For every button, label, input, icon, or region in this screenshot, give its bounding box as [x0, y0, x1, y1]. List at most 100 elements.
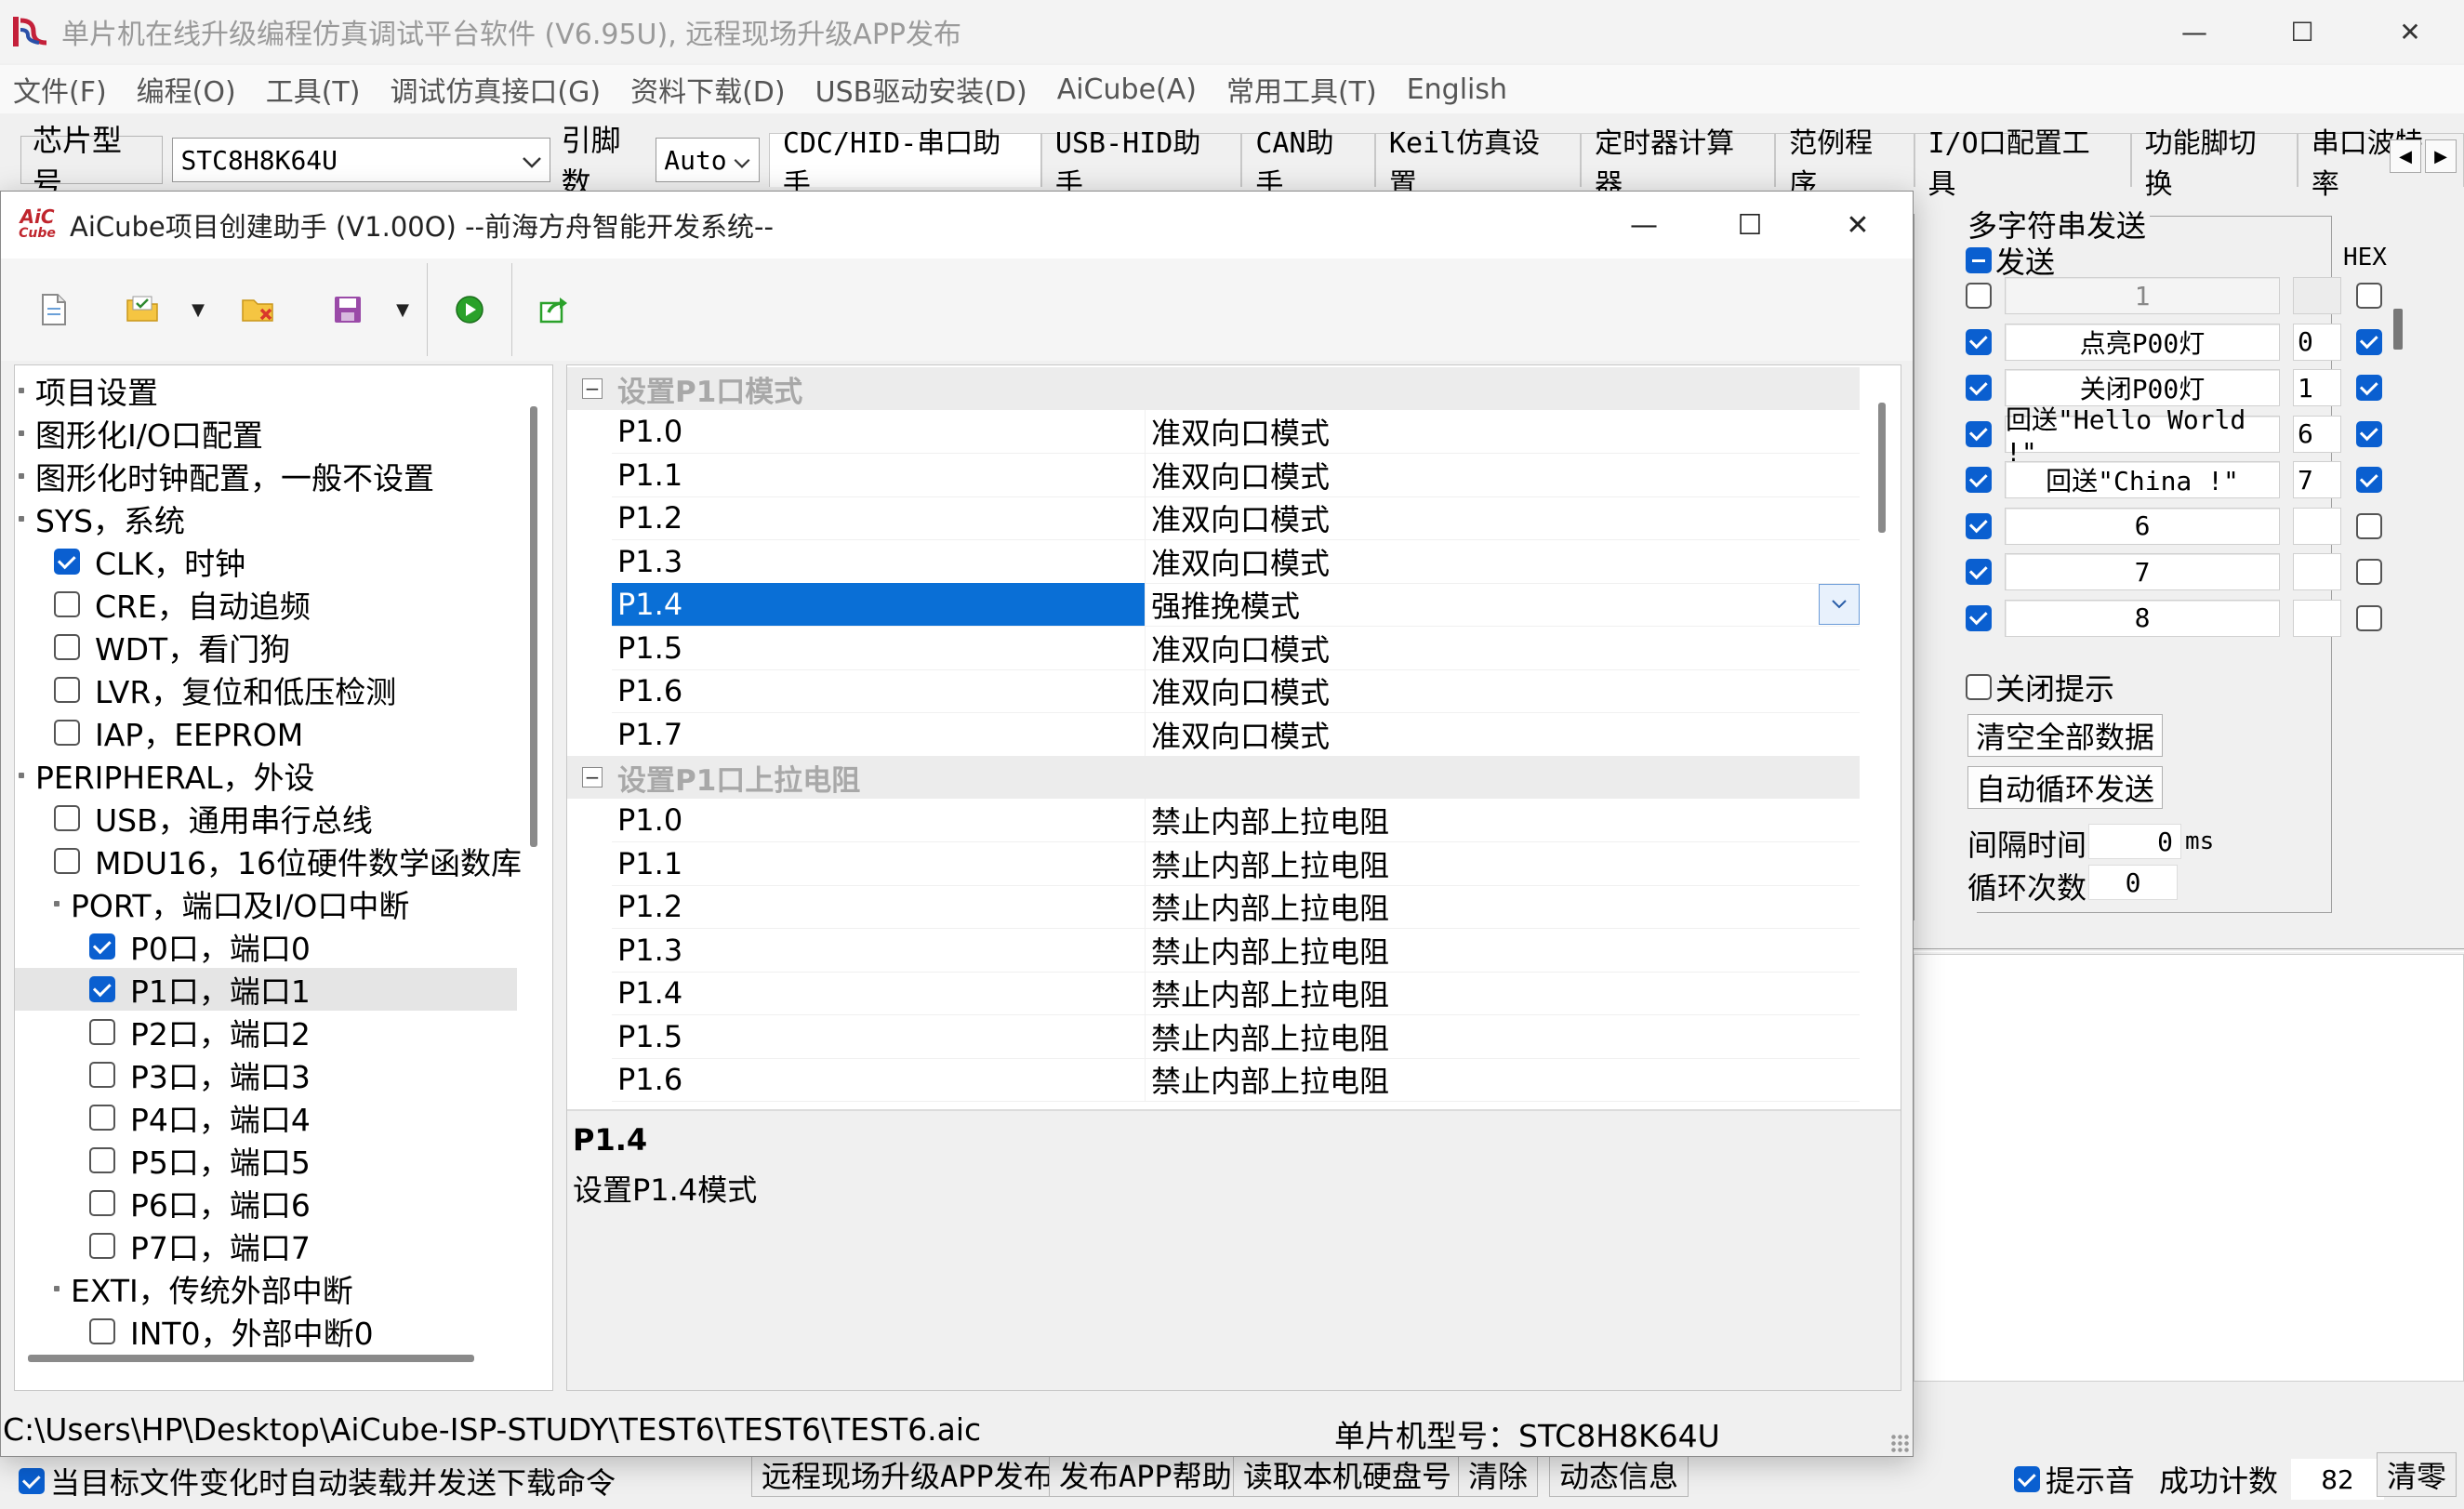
save-icon[interactable]	[311, 258, 384, 361]
send-row-checkbox[interactable]	[1966, 467, 1992, 493]
loop-count-input[interactable]: 0	[2088, 865, 2178, 900]
send-row-hex-checkbox[interactable]	[2356, 375, 2382, 401]
menu-program[interactable]: 编程(O)	[124, 69, 253, 110]
main-close-button[interactable]: ✕	[2356, 0, 2464, 63]
property-row[interactable]: P1.6 准双向口模式	[612, 669, 1860, 713]
property-value[interactable]: 准双向口模式	[1146, 496, 1860, 539]
send-row-checkbox[interactable]	[1966, 604, 1992, 631]
close-folder-icon[interactable]	[222, 258, 295, 361]
tree-check-item[interactable]: P7口，端口7	[15, 1224, 517, 1267]
tree-group-item[interactable]: EXTI，传统外部中断	[15, 1267, 517, 1310]
tab-keil-sim[interactable]: Keil仿真设置	[1374, 127, 1582, 201]
auto-loop-send-button[interactable]: 自动循环发送	[1967, 766, 2163, 809]
property-value[interactable]: 禁止内部上拉电阻	[1146, 929, 1860, 972]
property-row[interactable]: P1.7 准双向口模式	[612, 712, 1860, 757]
property-value[interactable]: 禁止内部上拉电阻	[1146, 972, 1860, 1014]
tree-item-checkbox[interactable]	[89, 976, 115, 1002]
send-row-key[interactable]	[2293, 599, 2341, 637]
property-row[interactable]: P1.4 禁止内部上拉电阻	[612, 972, 1860, 1015]
property-row[interactable]: P1.0 禁止内部上拉电阻	[612, 799, 1860, 842]
property-row[interactable]: P1.1 禁止内部上拉电阻	[612, 841, 1860, 886]
tree-check-item[interactable]: WDT，看门狗	[15, 626, 517, 668]
tree-expander-icon[interactable]	[19, 473, 24, 479]
tree-item-checkbox[interactable]	[89, 1019, 115, 1045]
open-dropdown-icon[interactable]: ▼	[179, 258, 217, 361]
tree-item-checkbox[interactable]	[54, 720, 80, 746]
clear-count-button[interactable]: 清零	[2377, 1452, 2457, 1497]
tree-expander-icon[interactable]	[19, 516, 24, 522]
tree-item-checkbox[interactable]	[54, 549, 80, 575]
tab-can[interactable]: CAN助手	[1241, 127, 1375, 201]
send-row-key[interactable]: 7	[2293, 461, 2341, 498]
property-row[interactable]: P1.5 禁止内部上拉电阻	[612, 1014, 1860, 1059]
tree-expander-icon[interactable]	[54, 901, 60, 907]
grid-vertical-scrollbar[interactable]	[1878, 403, 1886, 533]
main-maximize-button[interactable]: ☐	[2248, 0, 2356, 63]
tab-io-config[interactable]: I/O口配置工具	[1914, 127, 2131, 201]
beep-checkbox[interactable]	[2014, 1466, 2040, 1492]
tree-item-checkbox[interactable]	[54, 677, 80, 703]
property-value[interactable]: 准双向口模式	[1146, 540, 1860, 583]
menu-aicube[interactable]: AiCube(A)	[1044, 73, 1213, 106]
tab-pin-switch[interactable]: 功能脚切换	[2130, 127, 2298, 201]
menu-file[interactable]: 文件(F)	[0, 69, 124, 110]
property-value[interactable]: 禁止内部上拉电阻	[1146, 1015, 1860, 1058]
save-dropdown-icon[interactable]: ▼	[384, 258, 421, 361]
property-value[interactable]: 禁止内部上拉电阻	[1146, 885, 1860, 928]
clear-all-data-button[interactable]: 清空全部数据	[1967, 714, 2163, 757]
send-row-key[interactable]: 0	[2293, 323, 2341, 361]
tree-check-item[interactable]: USB，通用串行总线	[15, 797, 517, 840]
send-row-hex-checkbox[interactable]	[2356, 328, 2382, 355]
send-all-checkbox[interactable]	[1966, 247, 1992, 273]
send-row-checkbox[interactable]	[1966, 375, 1992, 401]
tree-check-item[interactable]: INT0，外部中断0	[15, 1310, 517, 1353]
clear-button[interactable]: 清除	[1458, 1452, 1539, 1497]
menu-debug[interactable]: 调试仿真接口(G)	[377, 69, 617, 110]
tree-expander-icon[interactable]	[19, 773, 24, 778]
export-icon[interactable]	[518, 258, 590, 361]
tree-item-checkbox[interactable]	[54, 634, 80, 660]
send-row-hex-checkbox[interactable]	[2356, 604, 2382, 631]
close-tip-checkbox[interactable]	[1966, 674, 1992, 700]
send-row-checkbox[interactable]	[1966, 328, 1992, 355]
send-row-checkbox[interactable]	[1966, 283, 1992, 309]
property-row[interactable]: P1.6 禁止内部上拉电阻	[612, 1058, 1860, 1102]
send-row-checkbox[interactable]	[1966, 559, 1992, 585]
tree-expander-icon[interactable]	[19, 430, 24, 436]
collapse-icon[interactable]: −	[582, 378, 603, 399]
property-value[interactable]: 准双向口模式	[1146, 627, 1860, 669]
send-row-key[interactable]: 1	[2293, 369, 2341, 406]
publish-app-help-button[interactable]: 发布APP帮助	[1049, 1452, 1242, 1497]
property-value[interactable]: 准双向口模式	[1146, 713, 1860, 756]
send-row-hex-checkbox[interactable]	[2356, 420, 2382, 447]
property-row[interactable]: P1.0 准双向口模式	[612, 410, 1860, 454]
property-row[interactable]: P1.3 准双向口模式	[612, 539, 1860, 584]
send-row-button[interactable]: 1	[2005, 277, 2280, 314]
tree-check-item[interactable]: CRE，自动追频	[15, 583, 517, 626]
interval-input[interactable]: 0	[2088, 824, 2181, 859]
tab-examples[interactable]: 范例程序	[1775, 127, 1914, 201]
menu-common-tools[interactable]: 常用工具(T)	[1213, 69, 1394, 110]
property-value[interactable]: 准双向口模式	[1146, 454, 1860, 496]
menu-tools[interactable]: 工具(T)	[253, 69, 378, 110]
send-row-checkbox[interactable]	[1966, 420, 1992, 447]
receive-area[interactable]	[1914, 954, 2464, 1382]
tree-item[interactable]: 图形化I/O口配置	[15, 412, 517, 455]
tree-check-item[interactable]: P6口，端口6	[15, 1182, 517, 1224]
new-file-icon[interactable]	[18, 258, 90, 361]
property-row[interactable]: P1.2 准双向口模式	[612, 496, 1860, 540]
tree-check-item[interactable]: P4口，端口4	[15, 1096, 517, 1139]
tab-timer-calc[interactable]: 定时器计算器	[1581, 127, 1776, 201]
dialog-minimize-button[interactable]: —	[1591, 192, 1697, 258]
tree-group-item[interactable]: PERIPHERAL，外设	[15, 754, 517, 797]
property-row[interactable]: P1.1 准双向口模式	[612, 453, 1860, 497]
tree-expander-icon[interactable]	[54, 1286, 60, 1291]
tree-item[interactable]: 图形化时钟配置，一般不设置	[15, 455, 517, 497]
tree-item-checkbox[interactable]	[89, 1147, 115, 1173]
tab-usb-hid[interactable]: USB-HID助手	[1040, 127, 1242, 201]
main-minimize-button[interactable]: —	[2140, 0, 2248, 63]
send-row-key[interactable]	[2293, 277, 2341, 314]
menu-usb-driver[interactable]: USB驱动安装(D)	[802, 69, 1044, 110]
property-value[interactable]: 禁止内部上拉电阻	[1146, 1058, 1860, 1101]
tree-item-checkbox[interactable]	[89, 1233, 115, 1259]
